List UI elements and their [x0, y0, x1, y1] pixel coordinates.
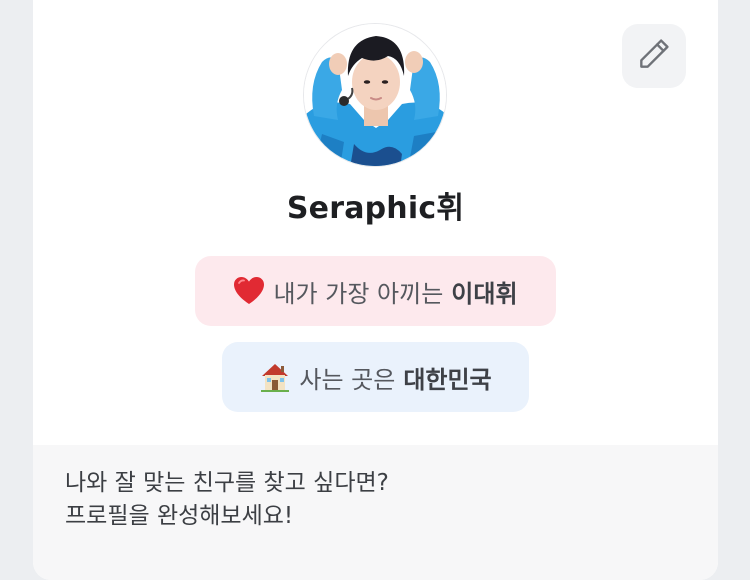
- favorite-prefix: 내가 가장 아끼는: [273, 279, 444, 308]
- profile-card: Seraphic휘 내가 가장 아끼는 이대휘 사는 곳은 대한민국 나와 잘 …: [33, 0, 718, 580]
- profile-completion-prompt[interactable]: 나와 잘 맞는 친구를 찾고 싶다면? 프로필을 완성해보세요!: [33, 445, 718, 580]
- location-value: 대한민국: [403, 365, 492, 394]
- favorite-pill: 내가 가장 아끼는 이대휘: [195, 256, 556, 326]
- prompt-line-1: 나와 잘 맞는 친구를 찾고 싶다면?: [65, 470, 389, 496]
- favorite-value: 이대휘: [451, 279, 518, 308]
- location-pill: 사는 곳은 대한민국: [222, 342, 529, 412]
- edit-profile-button[interactable]: [622, 24, 686, 88]
- prompt-line-2: 프로필을 완성해보세요!: [65, 503, 294, 529]
- house-icon: [259, 361, 291, 393]
- heart-icon: [233, 276, 265, 306]
- pencil-icon: [635, 35, 673, 77]
- avatar[interactable]: [303, 23, 447, 167]
- profile-nickname: Seraphic휘: [286, 191, 465, 226]
- location-prefix: 사는 곳은: [299, 365, 396, 394]
